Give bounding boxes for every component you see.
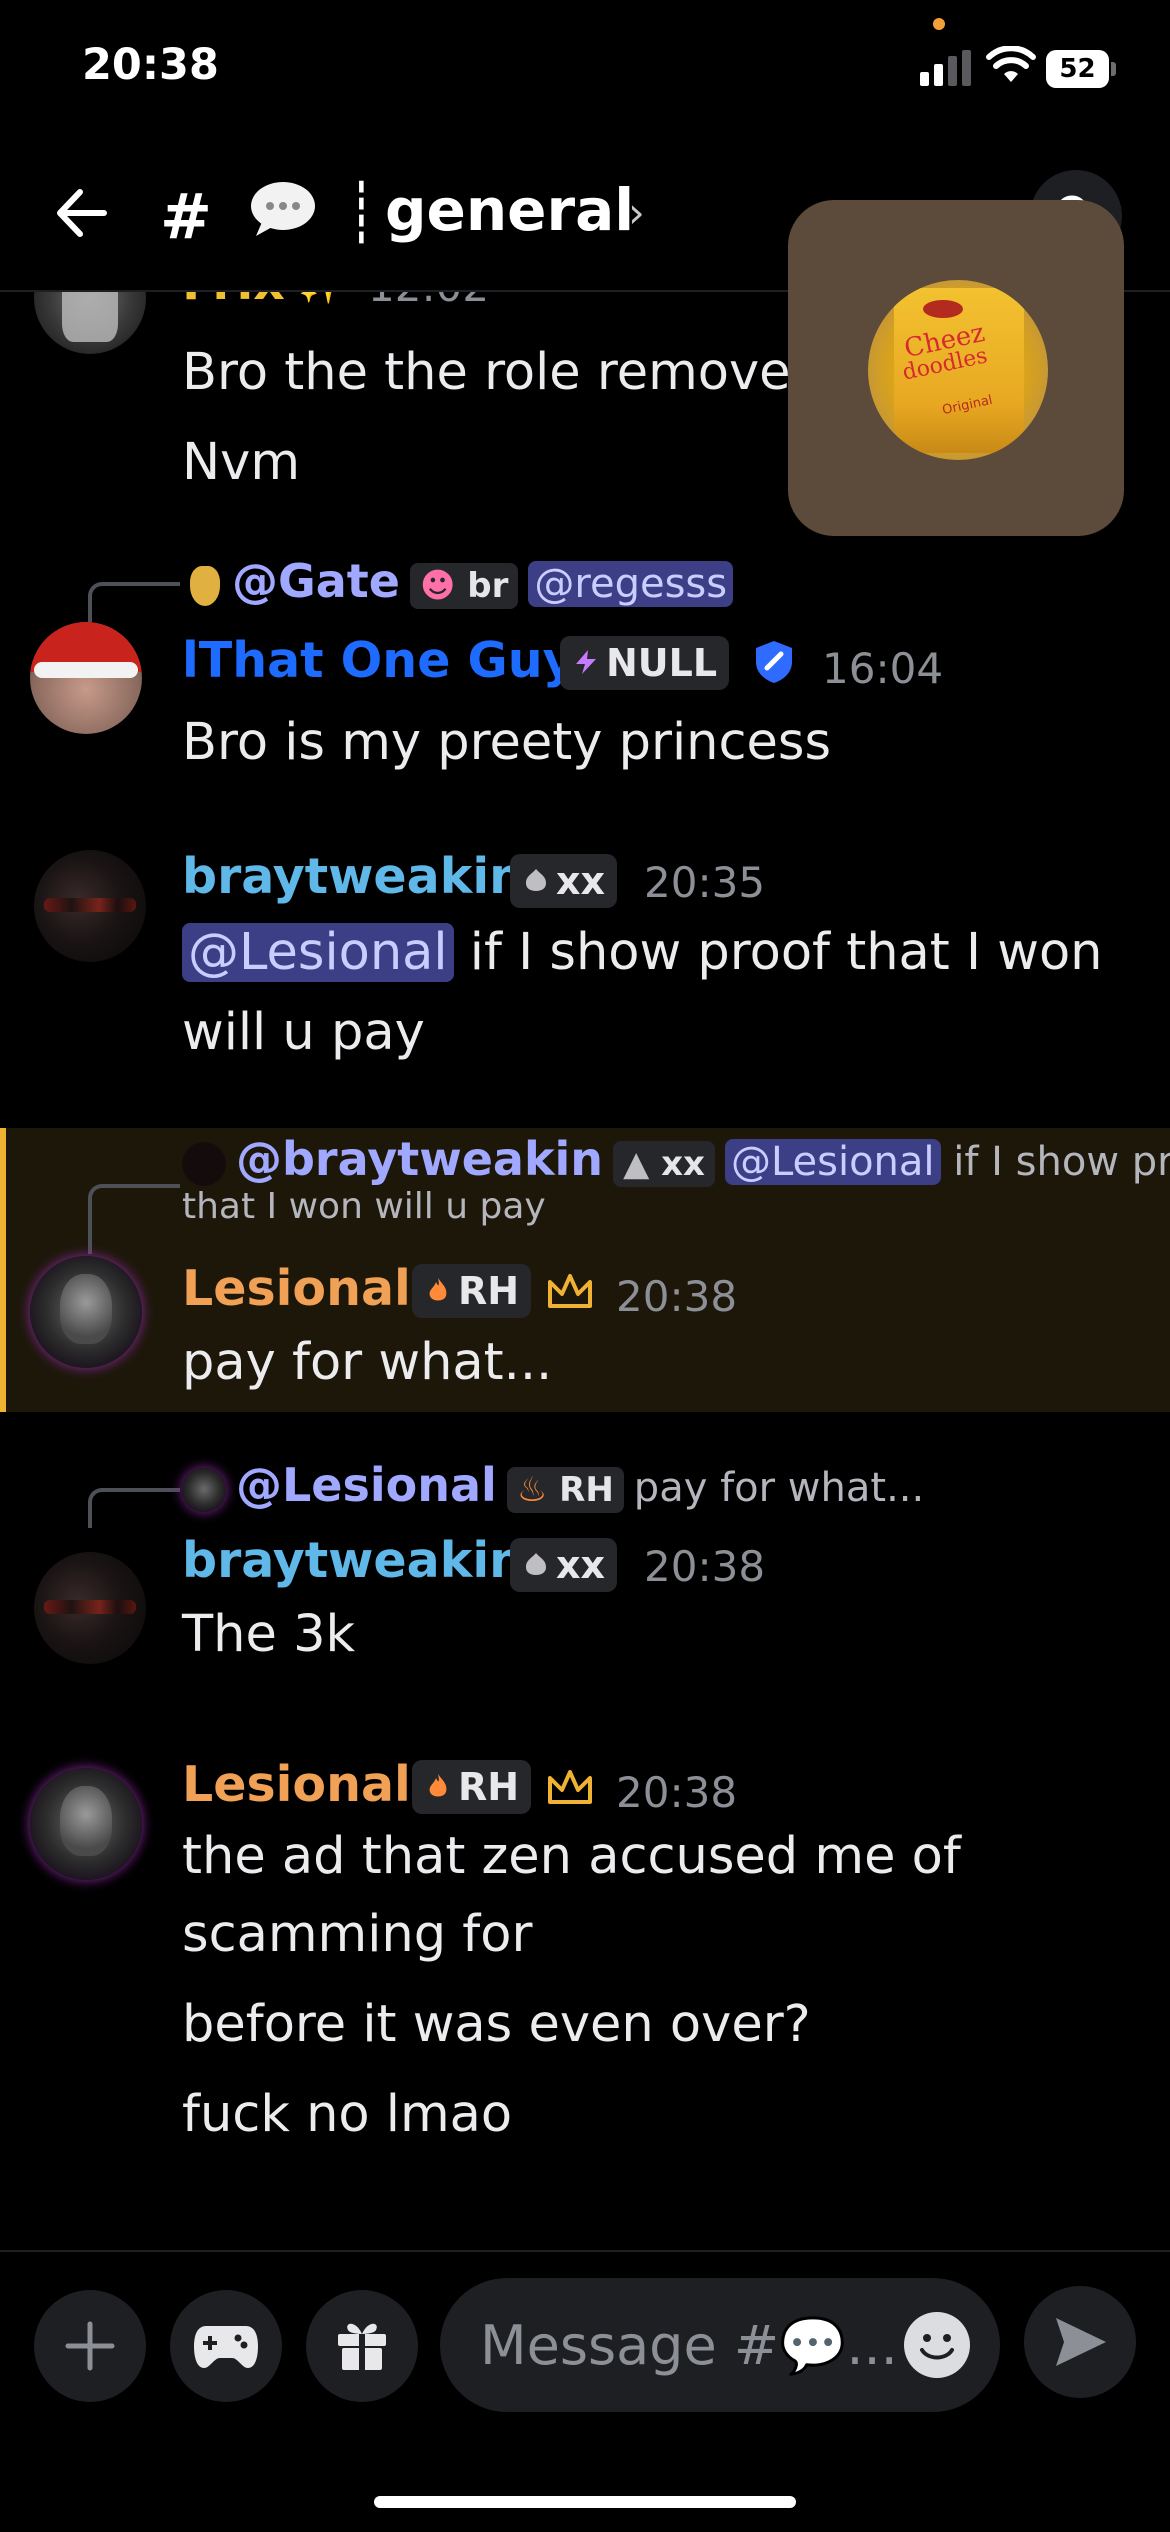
message-text: scamming for xyxy=(182,1905,533,1964)
role-tag-label: xx xyxy=(556,1543,606,1587)
avatar[interactable] xyxy=(30,1768,142,1880)
message-text: Bro the the role remove xyxy=(182,343,791,402)
add-attachment-button[interactable] xyxy=(34,2290,146,2402)
message-text: Nvm xyxy=(182,433,301,492)
username[interactable]: Frix xyxy=(182,292,285,311)
home-indicator xyxy=(374,2496,796,2508)
timestamp: 20:35 xyxy=(644,858,766,907)
highlighted-message[interactable]: @braytweakin▲ xx@Lesional if I show proo… xyxy=(0,1128,1170,1412)
username[interactable]: braytweakin xyxy=(182,848,524,905)
message-input[interactable]: Message #💬... xyxy=(440,2278,1000,2412)
message-text: fuck no lmao xyxy=(182,2085,513,2144)
reply-connector xyxy=(88,582,180,622)
composer-bar: Message #💬... xyxy=(0,2250,1170,2532)
role-tag-label: xx xyxy=(556,859,606,903)
fire-icon xyxy=(429,1278,447,1301)
avatar[interactable] xyxy=(34,1552,146,1664)
reply-username[interactable]: @Gate xyxy=(232,554,400,608)
battery-level: 52 xyxy=(1046,50,1109,88)
role-tag-label: NULL xyxy=(606,641,718,685)
timestamp: 20:38 xyxy=(616,1272,738,1321)
gift-button[interactable] xyxy=(306,2290,418,2402)
message-text: will u pay xyxy=(182,1003,425,1062)
wifi-icon xyxy=(986,46,1036,82)
sparkle-icon: ✨ xyxy=(298,292,345,307)
channel-hash-icon: # xyxy=(160,180,212,253)
role-tag: RH xyxy=(412,1264,532,1318)
reply-connector xyxy=(88,1488,180,1528)
avatar[interactable] xyxy=(30,622,142,734)
timestamp: 20:38 xyxy=(644,1542,766,1591)
username[interactable]: braytweakin xyxy=(182,1532,524,1589)
reply-preview-continued: that I won will u pay xyxy=(182,1186,546,1227)
back-arrow-icon[interactable] xyxy=(50,182,112,244)
reply-preview[interactable]: @Lesional ♨ RH pay for what... xyxy=(182,1458,924,1513)
role-tag: ☻ br xyxy=(410,563,519,609)
role-tag-label: RH xyxy=(458,1269,520,1313)
status-bar: 20:38 52 xyxy=(0,0,1170,150)
pip-video-thumbnail: Cheez doodles Original xyxy=(868,280,1048,460)
send-button[interactable] xyxy=(1024,2286,1136,2398)
gamepad-icon xyxy=(194,2326,258,2368)
role-tag: ♨ RH xyxy=(506,1467,624,1513)
message-text: @Lesional if I show proof that I won xyxy=(182,914,1102,992)
fire-icon xyxy=(429,1774,447,1797)
poop-icon xyxy=(526,1553,546,1575)
poop-icon xyxy=(526,869,546,891)
avatar[interactable] xyxy=(34,850,146,962)
message-list[interactable]: Frix ✨ 12:02 Bro the the role remove Nvm… xyxy=(0,292,1170,2250)
username[interactable]: lThat One Guy xyxy=(182,632,575,689)
gift-icon xyxy=(338,2323,386,2370)
message-placeholder: Message #💬... xyxy=(480,2314,898,2377)
message-text: Bro is my preety princess xyxy=(182,713,832,772)
reply-preview[interactable]: @braytweakin▲ xx@Lesional if I show proo… xyxy=(182,1132,1170,1187)
message-text: before it was even over? xyxy=(182,1995,811,2054)
role-tag: RH xyxy=(412,1760,532,1814)
verified-shield-icon xyxy=(756,641,792,683)
battery-icon: 52 xyxy=(1046,50,1116,88)
speech-bubble-icon xyxy=(251,182,315,236)
plus-icon xyxy=(65,2321,115,2371)
smiley-icon xyxy=(920,2334,954,2360)
role-tag-label: br xyxy=(467,566,509,606)
message-text: the ad that zen accused me of xyxy=(182,1827,961,1886)
picture-in-picture-overlay[interactable]: Cheez doodles Original xyxy=(788,200,1124,536)
crown-icon xyxy=(548,1274,592,1308)
timestamp: 12:02 xyxy=(368,292,489,311)
crown-icon xyxy=(548,1770,592,1804)
role-tag: NULL xyxy=(560,636,730,690)
role-tag: xx xyxy=(510,854,618,908)
reply-username[interactable]: @braytweakin xyxy=(236,1132,603,1186)
avatar[interactable] xyxy=(34,292,146,354)
username[interactable]: Lesional xyxy=(182,1260,411,1317)
reply-username[interactable]: @Lesional xyxy=(236,1458,497,1512)
reply-connector xyxy=(88,1184,180,1254)
chevron-right-icon[interactable]: › xyxy=(628,188,645,237)
timestamp: 16:04 xyxy=(822,644,944,693)
status-time: 20:38 xyxy=(82,40,219,90)
role-tag: ▲ xx xyxy=(613,1141,715,1187)
reply-preview[interactable]: @Gate ☻ br @regesss xyxy=(190,554,734,609)
mention[interactable]: @regesss xyxy=(528,561,734,607)
channel-name[interactable]: general xyxy=(385,176,634,244)
avatar[interactable] xyxy=(30,1256,142,1368)
activities-button[interactable] xyxy=(170,2290,282,2402)
role-tag: xx xyxy=(510,1538,618,1592)
lightning-icon xyxy=(576,650,596,674)
cellular-signal-icon xyxy=(920,50,980,86)
emoji-picker-button[interactable] xyxy=(904,2312,970,2378)
send-arrow-icon xyxy=(1056,2318,1106,2366)
timestamp: 20:38 xyxy=(616,1768,738,1817)
channel-separator: ┊ xyxy=(344,178,379,246)
mention-highlight-bar xyxy=(0,1128,6,1412)
role-tag-label: RH xyxy=(458,1765,520,1809)
pineapple-icon xyxy=(190,566,220,606)
message-text: The 3k xyxy=(182,1605,356,1664)
recording-indicator xyxy=(933,18,945,30)
message-text: pay for what... xyxy=(182,1333,553,1392)
username[interactable]: Lesional xyxy=(182,1756,411,1813)
mention[interactable]: @Lesional xyxy=(182,923,454,982)
mention[interactable]: @Lesional xyxy=(724,1139,941,1185)
